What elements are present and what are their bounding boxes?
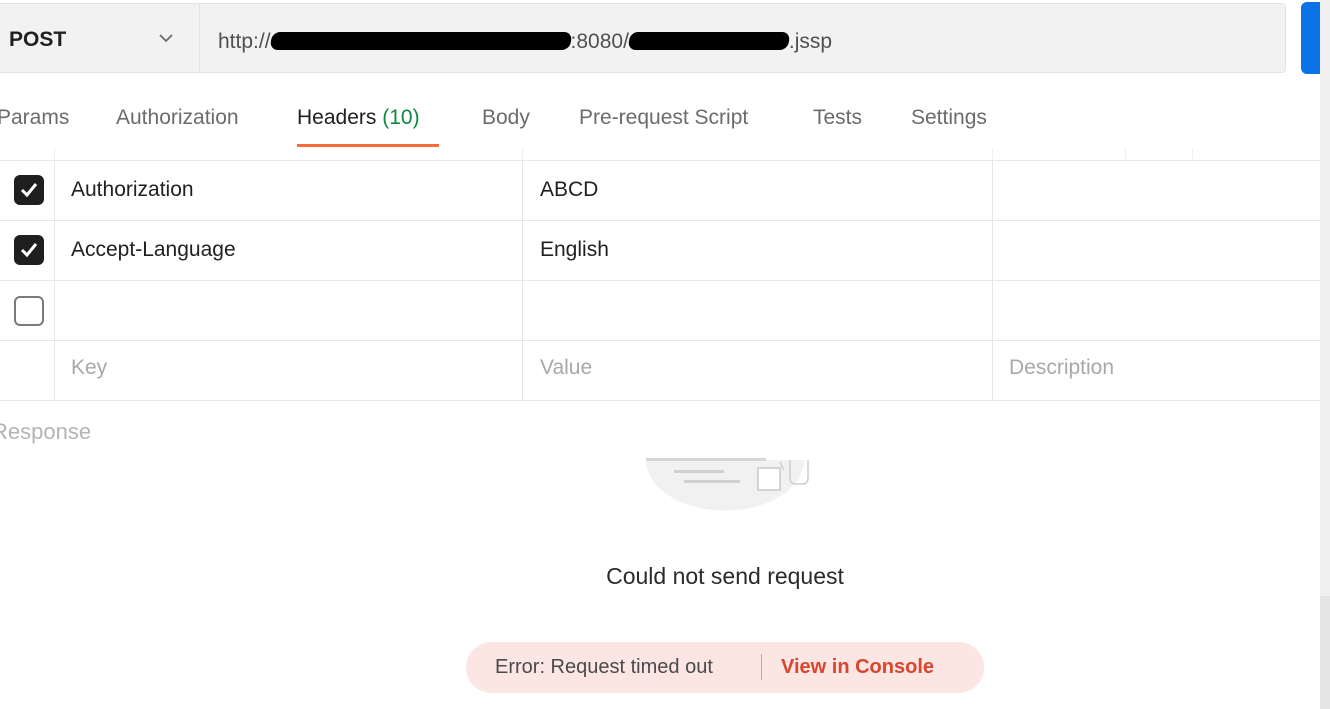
tab-label: Settings: [911, 106, 987, 129]
column-divider: [992, 148, 993, 160]
row-divider: [0, 220, 1320, 221]
tab-label: Pre-request Script: [579, 106, 749, 129]
checkbox-checked-icon[interactable]: [14, 235, 44, 265]
checkbox-empty-icon[interactable]: [14, 296, 44, 326]
column-divider: [54, 160, 55, 400]
request-url-bar: POST http:// :8080/ .jssp: [0, 3, 1286, 73]
tab-authorization[interactable]: Authorization: [116, 106, 239, 130]
scrollbar-thumb[interactable]: [1320, 596, 1330, 709]
tab-label: Headers: [297, 106, 377, 129]
row-divider: [0, 340, 1320, 341]
empty-response-illustration: [646, 458, 809, 511]
tab-settings[interactable]: Settings: [911, 106, 987, 130]
column-divider: [1192, 148, 1193, 160]
header-value[interactable]: English: [540, 238, 609, 262]
row-divider: [0, 400, 1320, 401]
tab-count-badge: (10): [382, 106, 420, 129]
method-select[interactable]: POST: [0, 4, 200, 72]
value-placeholder[interactable]: Value: [540, 356, 592, 380]
column-divider: [522, 148, 523, 160]
response-title: Response: [0, 419, 92, 444]
url-scheme: http://: [218, 30, 271, 53]
url-extension: .jssp: [788, 30, 833, 53]
row-divider: [0, 280, 1320, 281]
active-tab-indicator: [297, 144, 439, 147]
checkbox-checked-icon[interactable]: [14, 175, 44, 205]
tab-label: Params: [0, 106, 70, 129]
error-banner: Error: Request timed out View in Console: [466, 642, 984, 693]
method-label: POST: [9, 28, 67, 51]
tab-label: Tests: [813, 106, 863, 129]
url-input[interactable]: http:// :8080/ .jssp: [218, 30, 832, 54]
row-divider: [0, 160, 1320, 161]
error-title: Could not send request: [606, 563, 844, 589]
header-key[interactable]: Authorization: [71, 178, 194, 202]
chevron-down-icon: [159, 34, 173, 43]
column-divider: [522, 160, 523, 400]
tab-body[interactable]: Body: [482, 106, 530, 130]
column-divider: [1125, 148, 1126, 160]
error-message: Error: Request timed out: [495, 656, 713, 678]
tab-params[interactable]: Params: [0, 106, 69, 130]
column-divider: [992, 160, 993, 400]
redacted-host: [269, 32, 572, 50]
tab-label: Authorization: [116, 106, 239, 129]
tab-label: Body: [482, 106, 530, 129]
view-in-console-link[interactable]: View in Console: [781, 656, 934, 679]
header-value[interactable]: ABCD: [540, 178, 598, 202]
tab-tests[interactable]: Tests: [813, 106, 862, 130]
url-port: :8080/: [570, 30, 629, 53]
header-key[interactable]: Accept-Language: [71, 238, 236, 262]
tab-headers[interactable]: Headers (10): [297, 106, 420, 130]
column-divider: [54, 148, 55, 160]
description-placeholder[interactable]: Description: [1009, 356, 1114, 380]
redacted-path: [627, 32, 791, 50]
divider: [761, 654, 762, 680]
key-placeholder[interactable]: Key: [71, 356, 107, 380]
tab-pre-request-script[interactable]: Pre-request Script: [579, 106, 748, 130]
